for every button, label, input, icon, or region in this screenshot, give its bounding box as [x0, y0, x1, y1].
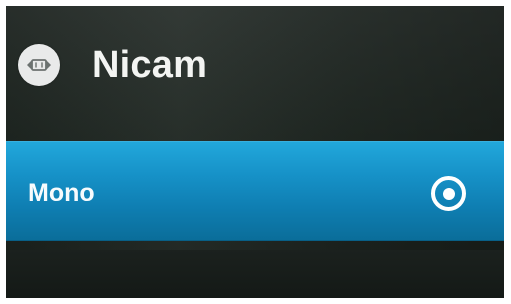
option-label: Mono	[28, 179, 95, 207]
selected-radio-icon[interactable]	[431, 176, 466, 211]
audio-option-mono[interactable]: Mono	[6, 141, 504, 241]
empty-menu-area	[6, 250, 504, 298]
audio-mode-header: Nicam	[6, 6, 504, 130]
nicam-audio-icon	[18, 44, 60, 86]
radio-dot-icon	[443, 188, 455, 200]
page-title: Nicam	[92, 44, 208, 86]
tv-screen: Nicam Mono	[6, 6, 504, 298]
